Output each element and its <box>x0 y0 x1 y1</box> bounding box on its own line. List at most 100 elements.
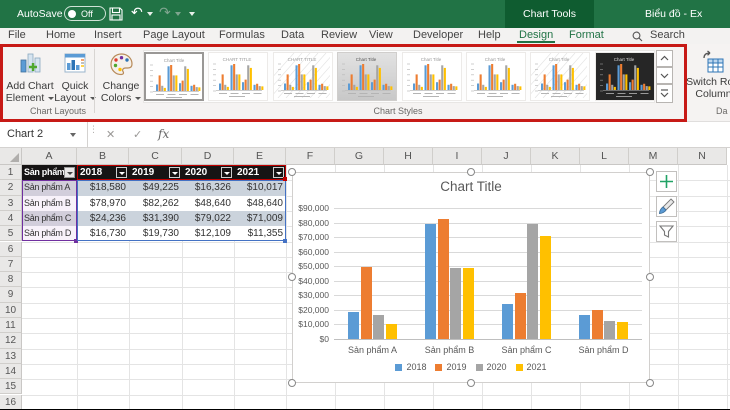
redo-icon[interactable]: ↷ <box>159 4 171 21</box>
legend-item-2020[interactable]: 2020 <box>476 362 507 372</box>
bar-2021-sản-phẩm-c[interactable] <box>540 236 551 339</box>
row-header-10[interactable]: 10 <box>0 303 22 318</box>
menu-tab-file[interactable]: File <box>8 29 26 41</box>
insert-function-icon[interactable]: fx <box>158 127 169 141</box>
menu-tab-format[interactable]: Format <box>569 29 604 41</box>
undo-icon[interactable]: ↶ <box>131 4 143 21</box>
chart-selection-handle[interactable] <box>467 168 475 176</box>
chart-selection-handle[interactable] <box>646 273 654 281</box>
name-box-caret[interactable] <box>70 133 76 137</box>
cell-D2[interactable]: $16,326 <box>182 180 234 195</box>
menu-tab-insert[interactable]: Insert <box>94 29 122 41</box>
column-header-I[interactable]: I <box>433 148 482 165</box>
bar-2021-sản-phẩm-a[interactable] <box>386 324 397 339</box>
column-header-D[interactable]: D <box>182 148 234 165</box>
filter-dropdown-product[interactable] <box>64 167 75 178</box>
bar-2020-sản-phẩm-a[interactable] <box>373 315 384 339</box>
legend-item-2021[interactable]: 2021 <box>516 362 547 372</box>
column-header-K[interactable]: K <box>531 148 580 165</box>
menu-tab-data[interactable]: Data <box>281 29 304 41</box>
redo-dropdown-caret[interactable] <box>175 12 181 16</box>
row-header-6[interactable]: 6 <box>0 242 22 257</box>
menu-tab-page-layout[interactable]: Page Layout <box>143 29 205 41</box>
bar-2019-sản-phẩm-c[interactable] <box>515 293 526 339</box>
bar-2018-sản-phẩm-a[interactable] <box>348 312 359 339</box>
legend-item-2018[interactable]: 2018 <box>395 362 426 372</box>
menu-tab-home[interactable]: Home <box>46 29 75 41</box>
legend-item-2019[interactable]: 2019 <box>435 362 466 372</box>
cell-B2[interactable]: $18,580 <box>77 180 129 195</box>
bar-2019-sản-phẩm-b[interactable] <box>438 219 449 339</box>
menu-tab-review[interactable]: Review <box>321 29 357 41</box>
menu-tab-help[interactable]: Help <box>478 29 501 41</box>
quick-access-toolbar-caret[interactable] <box>189 12 195 16</box>
column-header-H[interactable]: H <box>384 148 433 165</box>
cell-A5[interactable]: Sản phẩm D <box>22 226 77 241</box>
chart-legend[interactable]: 2018 2019 2020 2021 <box>293 362 649 372</box>
cell-E5[interactable]: $11,355 <box>234 226 286 241</box>
column-header-M[interactable]: M <box>629 148 678 165</box>
search-label[interactable]: Search <box>650 29 685 41</box>
bar-2018-sản-phẩm-c[interactable] <box>502 304 513 339</box>
row-header-12[interactable]: 12 <box>0 333 22 348</box>
search-icon[interactable] <box>632 31 643 42</box>
save-icon[interactable] <box>108 6 124 22</box>
formula-bar-splitter[interactable]: ⋮ <box>89 127 95 143</box>
row-header-15[interactable]: 15 <box>0 379 22 394</box>
embedded-chart[interactable]: Chart Title $0$10,000$20,000$30,000$40,0… <box>292 172 650 383</box>
row-header-14[interactable]: 14 <box>0 364 22 379</box>
menu-tab-design[interactable]: Design <box>519 29 553 41</box>
cell-D3[interactable]: $48,640 <box>182 196 234 211</box>
column-header-J[interactable]: J <box>482 148 531 165</box>
menu-tab-view[interactable]: View <box>369 29 393 41</box>
cancel-icon[interactable]: ✕ <box>106 128 115 141</box>
bar-2019-sản-phẩm-a[interactable] <box>361 267 372 339</box>
chart-selection-handle[interactable] <box>288 379 296 387</box>
chart-filters-button[interactable] <box>656 221 677 242</box>
cell-C3[interactable]: $82,262 <box>129 196 182 211</box>
cell-C2[interactable]: $49,225 <box>129 180 182 195</box>
chart-selection-handle[interactable] <box>646 168 654 176</box>
chart-selection-handle[interactable] <box>646 379 654 387</box>
bar-2020-sản-phẩm-b[interactable] <box>450 268 461 339</box>
column-header-N[interactable]: N <box>678 148 727 165</box>
chart-styles-button[interactable] <box>656 196 677 217</box>
chart-selection-handle[interactable] <box>288 168 296 176</box>
filter-dropdown-2020[interactable] <box>221 167 232 178</box>
cell-A3[interactable]: Sản phẩm B <box>22 196 77 211</box>
cell-A4[interactable]: Sản phẩm C <box>22 211 77 226</box>
column-header-F[interactable]: F <box>286 148 335 165</box>
cell-C4[interactable]: $31,390 <box>129 211 182 226</box>
cell-B5[interactable]: $16,730 <box>77 226 129 241</box>
row-header-2[interactable]: 2 <box>0 180 22 195</box>
cell-E4[interactable]: $71,009 <box>234 211 286 226</box>
bar-2021-sản-phẩm-b[interactable] <box>463 268 474 339</box>
row-header-16[interactable]: 16 <box>0 395 22 410</box>
row-header-3[interactable]: 3 <box>0 196 22 211</box>
cell-A2[interactable]: Sản phẩm A <box>22 180 77 195</box>
chart-title[interactable]: Chart Title <box>293 179 649 194</box>
enter-icon[interactable]: ✓ <box>133 128 142 141</box>
column-header-L[interactable]: L <box>580 148 629 165</box>
cell-D4[interactable]: $79,022 <box>182 211 234 226</box>
row-header-13[interactable]: 13 <box>0 349 22 364</box>
cell-E3[interactable]: $48,640 <box>234 196 286 211</box>
menu-tab-developer[interactable]: Developer <box>413 29 463 41</box>
cell-C5[interactable]: $19,730 <box>129 226 182 241</box>
cell-E2[interactable]: $10,017 <box>234 180 286 195</box>
undo-dropdown-caret[interactable] <box>147 12 153 16</box>
row-header-11[interactable]: 11 <box>0 318 22 333</box>
bar-2018-sản-phẩm-b[interactable] <box>425 224 436 339</box>
bar-2021-sản-phẩm-d[interactable] <box>617 322 628 339</box>
chart-elements-button[interactable] <box>656 171 677 192</box>
column-header-C[interactable]: C <box>129 148 182 165</box>
bar-2019-sản-phẩm-d[interactable] <box>592 310 603 339</box>
cell-B3[interactable]: $78,970 <box>77 196 129 211</box>
column-header-A[interactable]: A <box>22 148 77 165</box>
column-header-G[interactable]: G <box>335 148 384 165</box>
menu-tab-formulas[interactable]: Formulas <box>219 29 265 41</box>
filter-dropdown-2019[interactable] <box>169 167 180 178</box>
row-header-8[interactable]: 8 <box>0 272 22 287</box>
filter-dropdown-2021[interactable] <box>273 167 284 178</box>
bar-2020-sản-phẩm-c[interactable] <box>527 224 538 339</box>
